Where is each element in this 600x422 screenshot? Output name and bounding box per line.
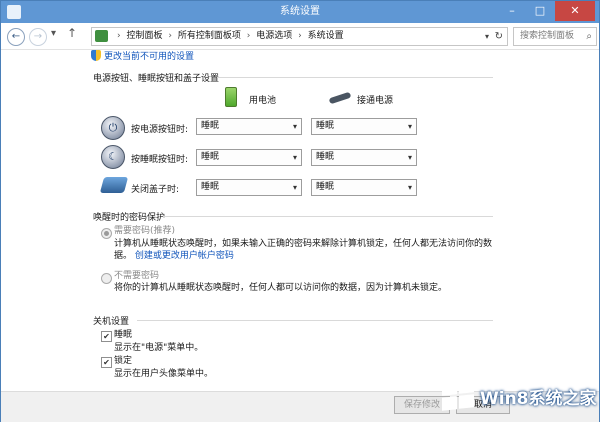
power-button-label: 按电源按钮时: <box>131 125 189 135</box>
lock-checkbox-description: 显示在用户头像菜单中。 <box>114 369 214 379</box>
sleep-button-label: 按睡眠按钮时: <box>131 155 189 165</box>
breadcrumb: › 控制面板 › 所有控制面板项 › 电源选项 › 系统设置 <box>114 28 344 45</box>
require-password-radio[interactable] <box>101 228 112 239</box>
back-button[interactable]: ← <box>7 28 25 46</box>
battery-icon <box>225 87 237 107</box>
power-glyph: ⏻ <box>108 121 118 134</box>
breadcrumb-separator: › <box>168 31 172 41</box>
breadcrumb-item[interactable]: 系统设置 <box>308 31 344 41</box>
breadcrumb-item[interactable]: 所有控制面板项 <box>178 31 241 41</box>
select-value: 睡眠 <box>201 121 220 131</box>
battery-column-header: 用电池 <box>249 96 277 106</box>
sleep-button-plugged-select[interactable]: 睡眠 ▾ <box>311 149 417 166</box>
search-input[interactable]: 搜索控制面板 <box>520 28 574 45</box>
address-bar[interactable]: › 控制面板 › 所有控制面板项 › 电源选项 › 系统设置 ▾ ↻ <box>91 27 508 46</box>
power-plug-icon <box>328 91 352 105</box>
no-password-description: 将你的计算机从睡眠状态唤醒时，任何人都可以访问你的数据，因为计算机未锁定。 <box>114 283 448 293</box>
up-button[interactable]: ↑ <box>67 26 77 40</box>
wake-section-heading: 唤醒时的密码保护 <box>93 213 166 223</box>
uac-shield-icon <box>91 50 101 61</box>
recent-locations-dropdown-icon[interactable]: ▾ <box>51 28 56 39</box>
title-bar: 系统设置 – □ ✕ <box>1 1 599 23</box>
breadcrumb-separator: › <box>298 31 302 41</box>
search-box[interactable]: 搜索控制面板 ⌕ <box>513 27 597 46</box>
select-value: 睡眠 <box>316 182 335 192</box>
require-password-label: 需要密码(推荐) <box>114 226 176 236</box>
lock-checkbox-label: 锁定 <box>114 356 133 366</box>
control-panel-icon <box>95 30 108 42</box>
no-password-radio[interactable] <box>101 273 112 284</box>
shutdown-section-heading: 关机设置 <box>93 317 130 327</box>
lid-close-battery-select[interactable]: 睡眠 ▾ <box>196 179 302 196</box>
chevron-down-icon: ▾ <box>407 122 412 131</box>
require-password-description-end: 据。 <box>114 251 133 261</box>
divider <box>217 77 493 78</box>
change-unavailable-settings-link[interactable]: 更改当前不可用的设置 <box>91 49 194 62</box>
forward-button[interactable]: → <box>29 28 47 46</box>
admin-link-text: 更改当前不可用的设置 <box>104 52 195 62</box>
lock-checkbox[interactable]: ✔ <box>101 357 112 368</box>
chevron-down-icon: ▾ <box>292 153 297 162</box>
window: 系统设置 – □ ✕ ← → ▾ ↑ › 控制面板 › 所有控制面板项 › 电源… <box>0 0 600 422</box>
select-value: 睡眠 <box>316 121 335 131</box>
divider <box>137 320 493 321</box>
sleep-icon: ☾ <box>101 145 125 169</box>
sleep-glyph: ☾ <box>108 150 118 163</box>
select-value: 睡眠 <box>201 152 220 162</box>
close-button[interactable]: ✕ <box>555 1 595 21</box>
lid-close-label: 关闭盖子时: <box>131 185 180 195</box>
search-icon[interactable]: ⌕ <box>586 28 592 45</box>
sleep-button-battery-select[interactable]: 睡眠 ▾ <box>196 149 302 166</box>
power-icon: ⏻ <box>101 116 125 140</box>
laptop-lid-icon <box>99 177 129 193</box>
refresh-icon[interactable]: ↻ <box>495 28 503 45</box>
address-dropdown-icon[interactable]: ▾ <box>485 28 489 45</box>
watermark: Win8系统之家 <box>440 378 598 418</box>
breadcrumb-item[interactable]: 电源选项 <box>256 31 292 41</box>
select-value: 睡眠 <box>316 152 335 162</box>
lid-close-plugged-select[interactable]: 睡眠 ▾ <box>311 179 417 196</box>
chevron-down-icon: ▾ <box>292 183 297 192</box>
windows-logo-icon <box>442 379 476 412</box>
chevron-down-icon: ▾ <box>407 153 412 162</box>
require-password-description-cont: 据。 创建或更改用户帐户密码 <box>114 250 234 263</box>
sleep-checkbox-description: 显示在"电源"菜单中。 <box>114 343 204 353</box>
divider <box>163 216 493 217</box>
maximize-button[interactable]: □ <box>527 1 553 21</box>
watermark-text: Win8系统之家 <box>480 389 597 409</box>
minimize-button[interactable]: – <box>499 1 525 21</box>
plugged-in-column-header: 接通电源 <box>357 96 394 106</box>
select-value: 睡眠 <box>201 182 220 192</box>
navigation-bar: ← → ▾ ↑ › 控制面板 › 所有控制面板项 › 电源选项 › 系统设置 ▾… <box>1 23 599 50</box>
breadcrumb-separator: › <box>117 31 121 41</box>
breadcrumb-separator: › <box>246 31 251 41</box>
chevron-down-icon: ▾ <box>407 183 412 192</box>
power-button-battery-select[interactable]: 睡眠 ▾ <box>196 118 302 135</box>
create-password-link[interactable]: 创建或更改用户帐户密码 <box>135 251 234 261</box>
chevron-down-icon: ▾ <box>292 122 297 131</box>
power-section-heading: 电源按钮、睡眠按钮和盖子设置 <box>93 74 220 84</box>
sleep-checkbox-label: 睡眠 <box>114 330 133 340</box>
breadcrumb-item[interactable]: 控制面板 <box>126 31 162 41</box>
sleep-checkbox[interactable]: ✔ <box>101 331 112 342</box>
power-button-plugged-select[interactable]: 睡眠 ▾ <box>311 118 417 135</box>
